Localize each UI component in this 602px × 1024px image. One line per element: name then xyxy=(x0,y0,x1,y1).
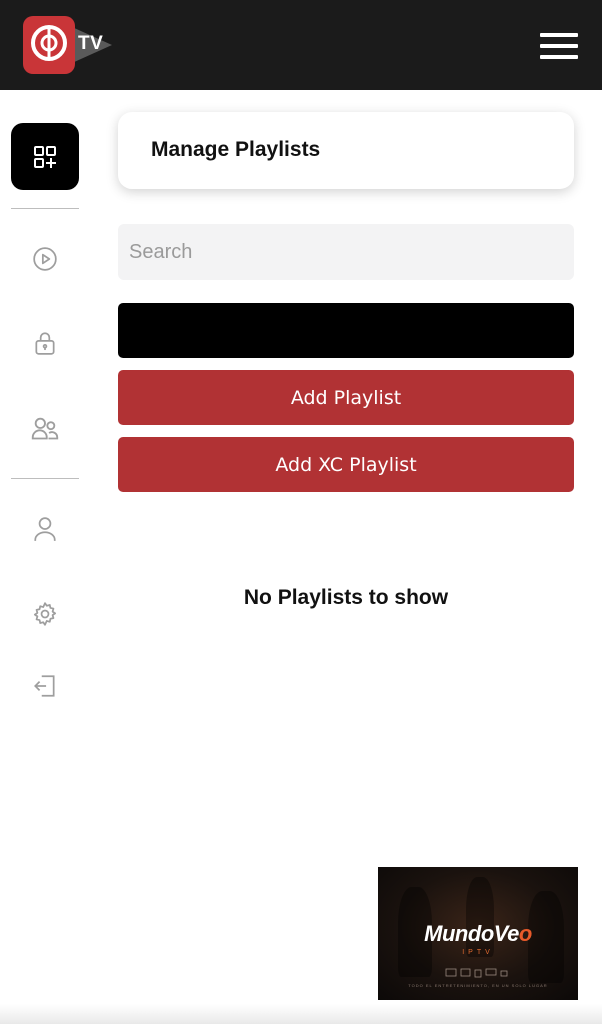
sidebar-item-parental-lock[interactable] xyxy=(27,325,63,361)
empty-state-message: No Playlists to show xyxy=(243,586,449,609)
sidebar-divider xyxy=(11,208,79,209)
grid-add-icon xyxy=(34,145,56,168)
sidebar-divider xyxy=(11,478,79,479)
gear-icon xyxy=(33,602,57,626)
ad-brand: MundoVeo xyxy=(424,921,532,946)
sidebar-item-users[interactable] xyxy=(27,410,63,446)
user-icon xyxy=(34,517,56,541)
sidebar-item-manage-playlists[interactable] xyxy=(11,123,79,190)
ad-tagline: TODO EL ENTRETENIMIENTO, EN UN SOLO LUGA… xyxy=(408,983,548,988)
page-header-card: Manage Playlists xyxy=(118,112,574,189)
ad-banner[interactable]: MundoVeo IPTV TODO EL ENTRETENIMIENTO, E… xyxy=(378,867,578,1000)
sidebar-item-player[interactable] xyxy=(27,241,63,277)
sidebar-item-logout[interactable] xyxy=(27,668,63,704)
hamburger-menu-icon[interactable] xyxy=(540,33,578,59)
page-title: Manage Playlists xyxy=(151,138,321,161)
add-xc-playlist-button[interactable]: Add XC Playlist xyxy=(118,437,574,492)
logout-icon xyxy=(34,675,55,697)
play-circle-icon xyxy=(33,247,57,271)
logo-text: TV xyxy=(78,33,104,54)
sidebar-item-settings[interactable] xyxy=(27,596,63,632)
black-banner xyxy=(118,303,574,358)
users-icon xyxy=(31,417,59,440)
add-playlist-button[interactable]: Add Playlist xyxy=(118,370,574,425)
search-input[interactable] xyxy=(118,224,574,280)
ad-subtitle: IPTV xyxy=(462,949,494,956)
sidebar xyxy=(0,90,90,1024)
sidebar-item-account[interactable] xyxy=(27,511,63,547)
devices-icon xyxy=(445,968,508,978)
bottom-edge xyxy=(0,1004,602,1024)
top-bar: TV xyxy=(0,0,602,90)
lock-icon xyxy=(35,332,55,355)
